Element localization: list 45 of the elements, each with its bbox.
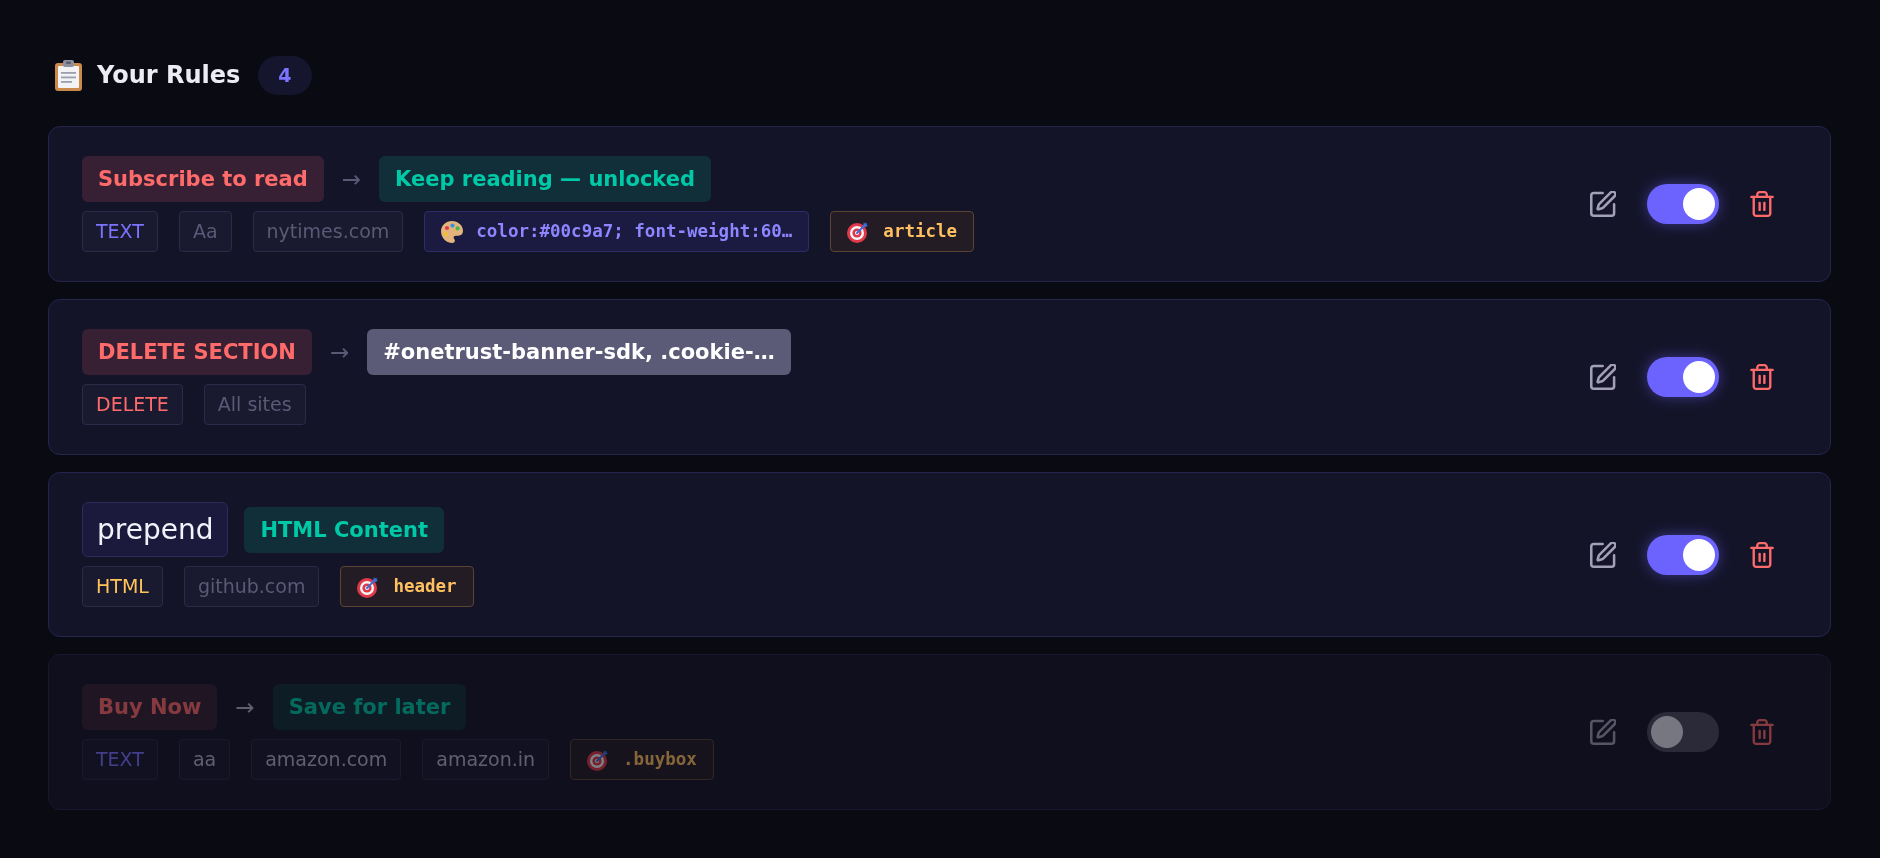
style-text: color:#00c9a7; font-weight:60… [476, 220, 793, 243]
target-icon [847, 220, 870, 243]
rule-arrow: → [341, 165, 362, 194]
target-text: article [883, 220, 958, 243]
edit-icon [1590, 541, 1616, 568]
target-icon [357, 575, 380, 598]
case-tag: aa [178, 739, 231, 780]
case-tag: Aa [178, 211, 232, 252]
trash-icon [1750, 541, 1774, 568]
rule-arrow: → [235, 693, 255, 722]
site-tag: All sites [203, 384, 306, 425]
find-chip: Subscribe to read [82, 156, 324, 202]
edit-icon [1590, 719, 1616, 745]
replace-chip: HTML Content [244, 506, 444, 553]
toggle-switch[interactable] [1647, 184, 1719, 224]
site-tag: amazon.com [251, 739, 402, 780]
count-badge: 4 [258, 55, 312, 95]
edit-icon [1590, 364, 1616, 390]
rule-arrow: → [329, 338, 350, 367]
toggle-switch[interactable] [1647, 534, 1719, 575]
site-tag: amazon.in [422, 739, 550, 780]
edit-icon [1590, 191, 1616, 217]
target-text: .buybox [623, 748, 697, 771]
toggle-switch[interactable] [1647, 712, 1719, 752]
site-tag: nytimes.com [252, 211, 404, 252]
replace-chip: Save for later [272, 684, 467, 730]
position-chip: prepend [82, 502, 229, 557]
find-chip: Buy Now [82, 684, 218, 730]
type-tag: TEXT [82, 739, 158, 780]
target-text: header [393, 575, 457, 598]
site-tag: github.com [183, 566, 320, 607]
toggle-switch[interactable] [1647, 357, 1719, 397]
type-tag: DELETE [82, 384, 183, 425]
trash-icon [1750, 719, 1774, 745]
type-tag: HTML [82, 566, 163, 607]
target-icon [587, 748, 610, 771]
find-chip: DELETE SECTION [82, 329, 312, 375]
selector-chip: #onetrust-banner-sdk, .cookie-… [367, 329, 791, 375]
section-title: Your Rules [97, 60, 241, 90]
replace-chip: Keep reading — unlocked [379, 156, 712, 202]
trash-icon [1750, 191, 1774, 217]
type-tag: TEXT [82, 211, 158, 252]
clipboard-icon [55, 59, 82, 91]
trash-icon [1750, 364, 1774, 390]
palette-icon [441, 220, 464, 243]
